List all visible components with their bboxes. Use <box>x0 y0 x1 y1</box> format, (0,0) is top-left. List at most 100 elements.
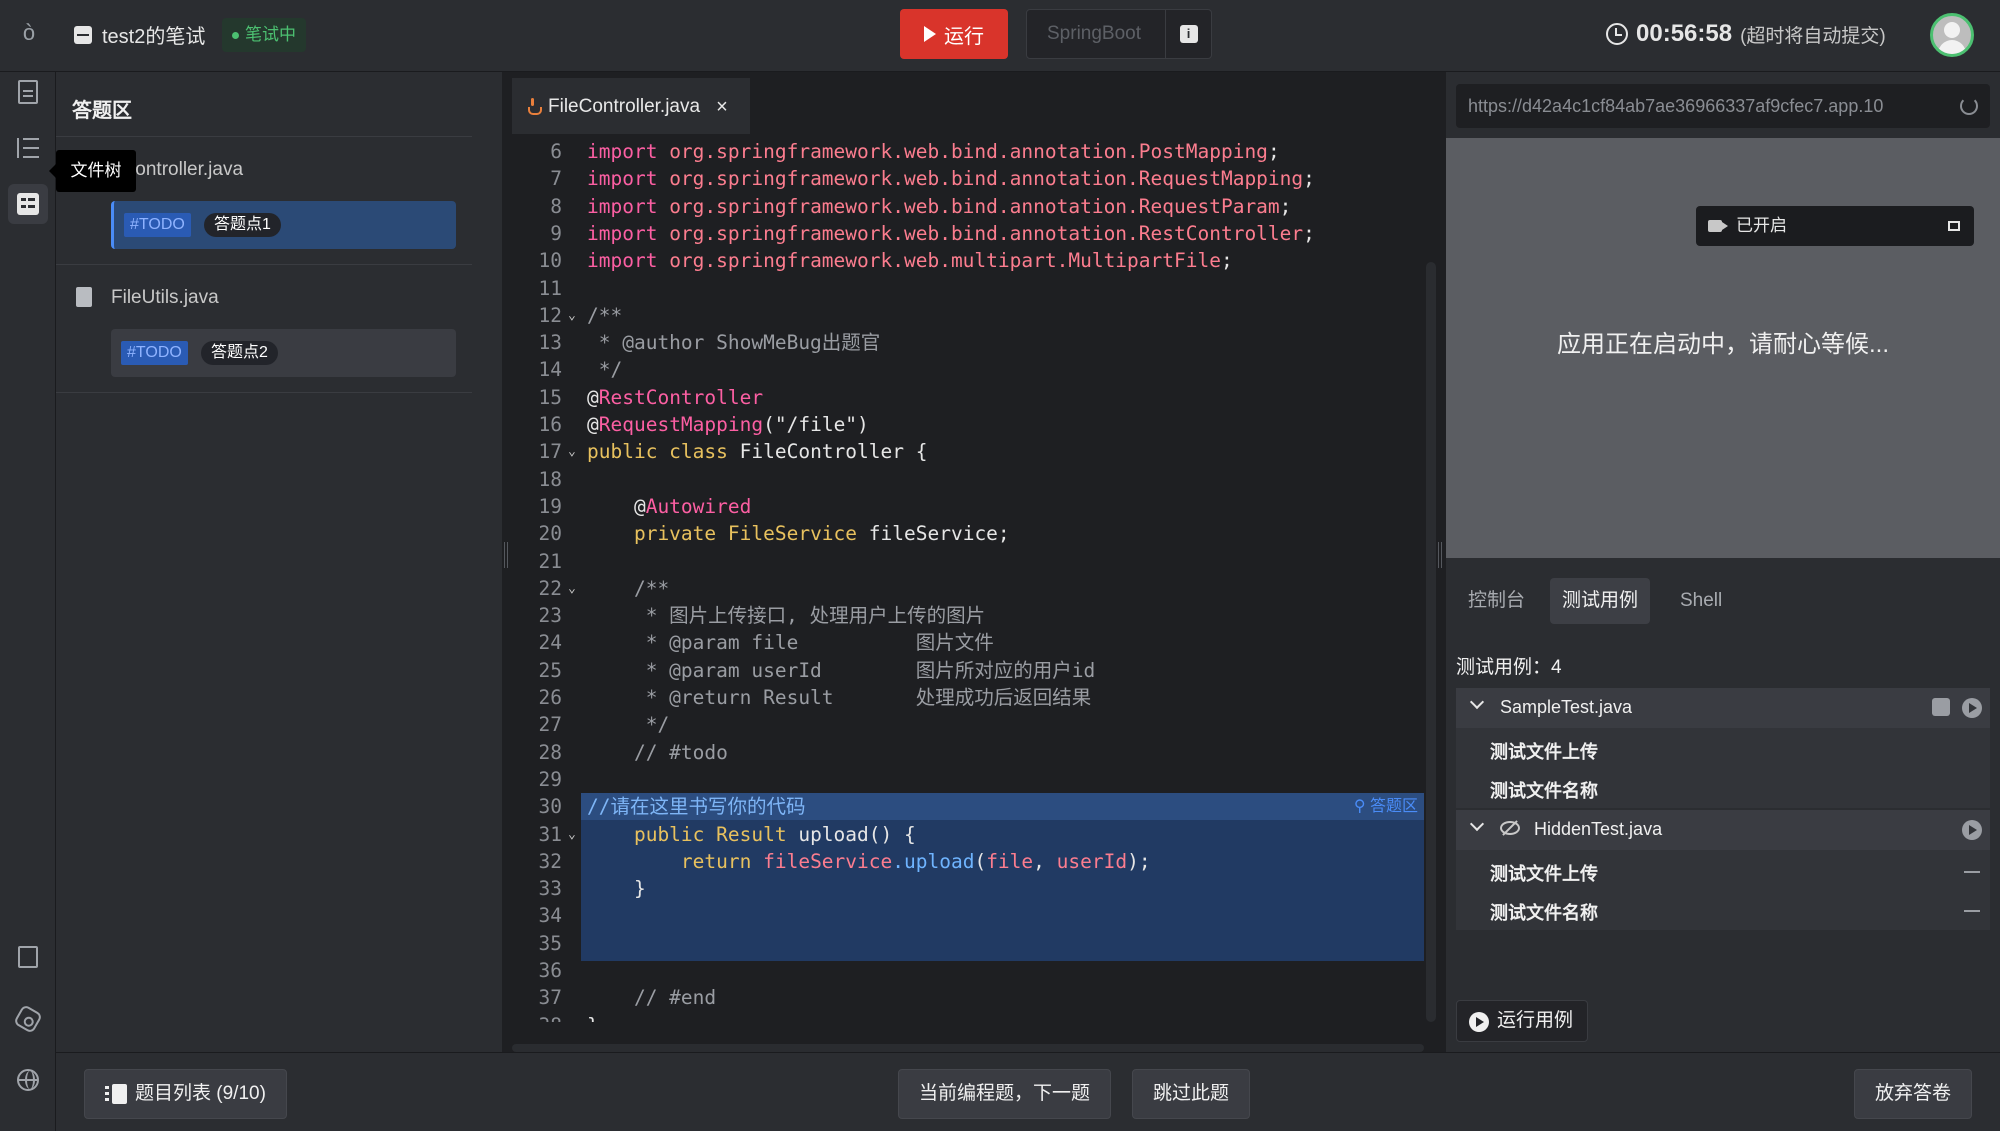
code-line[interactable]: 11 <box>512 275 1424 302</box>
code-line[interactable]: 27 */ <box>512 711 1424 738</box>
play-icon[interactable] <box>1962 698 1982 718</box>
todo-item[interactable]: #TODO 答题点2 <box>111 329 456 377</box>
fold-chevron-icon[interactable]: ⌄ <box>568 821 576 848</box>
code-line[interactable]: 36 <box>512 957 1424 984</box>
run-button-label: 运行 <box>944 25 984 48</box>
test-case[interactable]: 测试文件上传 <box>1490 860 1598 886</box>
code-line[interactable]: 23 * 图片上传接口, 处理用户上传的图片 <box>512 602 1424 629</box>
code-text: @RequestMapping("/file") <box>587 413 869 436</box>
code-line[interactable]: 18 <box>512 466 1424 493</box>
right-splitter[interactable] <box>1436 72 1444 1052</box>
tab-shell[interactable]: Shell <box>1668 578 1734 624</box>
fold-chevron-icon[interactable]: ⌄ <box>568 302 576 329</box>
code-line[interactable]: 6 import org.springframework.web.bind.ann… <box>512 138 1424 165</box>
code-line[interactable]: 38} <box>512 1012 1424 1022</box>
code-line[interactable]: 26 * @return Result 处理成功后返回结果 <box>512 684 1424 711</box>
logo-icon[interactable]: ò <box>14 18 44 48</box>
code-line[interactable]: 30 //请在这里书写你的代码 ⚲ 答题区 <box>512 793 1424 820</box>
code-line[interactable]: 24 * @param file 图片文件 <box>512 629 1424 656</box>
line-number: 30 <box>538 795 562 819</box>
code-text: // #end <box>587 986 717 1010</box>
code-line[interactable]: 13 * @author ShowMeBug出题官 <box>512 329 1424 356</box>
question-list-button[interactable]: 题目列表 (9/10) <box>84 1069 287 1119</box>
task-list-icon[interactable] <box>8 184 48 224</box>
answer-file-name[interactable]: FileUtils.java <box>111 287 219 309</box>
code-text: /** <box>587 576 670 600</box>
tab-label: FileController.java <box>548 96 701 117</box>
code-text: @RestController <box>587 385 764 409</box>
code-line[interactable]: 9 import org.springframework.web.bind.ann… <box>512 220 1424 247</box>
code-line[interactable]: 20 private FileService fileService; <box>512 520 1424 547</box>
code-line[interactable]: 28 // #todo <box>512 739 1424 766</box>
refresh-icon[interactable] <box>1960 97 1978 115</box>
answer-area-marker[interactable]: ⚲ 答题区 <box>1354 793 1418 820</box>
fold-chevron-icon[interactable]: ⌄ <box>568 438 576 465</box>
code-line[interactable]: 21 <box>512 548 1424 575</box>
test-case[interactable]: 测试文件名称 <box>1490 899 1598 925</box>
environment-label: SpringBoot <box>1047 23 1142 44</box>
code-line[interactable]: 34 <box>512 902 1424 929</box>
preview-loading-message: 应用正在启动中，请耐心等候... <box>1556 331 1889 358</box>
code-line[interactable]: 15 @RestController <box>512 384 1424 411</box>
code-line[interactable]: 31 ⌄ public Result upload() { <box>512 821 1424 848</box>
fold-chevron-icon[interactable]: ⌄ <box>568 575 576 602</box>
line-number: 29 <box>538 767 562 791</box>
code-line[interactable]: 16 @RequestMapping("/file") <box>512 411 1424 438</box>
edit-notes-icon[interactable] <box>8 937 48 977</box>
preview-url-bar[interactable]: https://d42a4c1cf84ab7ae36966337af9cfec7… <box>1456 84 1990 128</box>
info-button[interactable]: i <box>1165 10 1211 58</box>
code-text: * @param userId 图片所对应的用户id <box>587 658 1096 682</box>
code-line[interactable]: 22 ⌄ /** <box>512 575 1424 602</box>
todo-label: 答题点1 <box>204 213 281 237</box>
test-suite-header[interactable]: HiddenTest.java <box>1456 810 1990 850</box>
code-text: */ <box>587 358 623 382</box>
tab-console[interactable]: 控制台 <box>1456 578 1537 624</box>
code-text: } <box>587 877 646 901</box>
chevron-down-icon[interactable] <box>1469 816 1485 832</box>
code-line[interactable]: 32 return fileService.upload(file, userI… <box>512 848 1424 875</box>
document-icon[interactable] <box>8 72 48 112</box>
horizontal-scrollbar[interactable] <box>512 1044 1424 1052</box>
globe-icon[interactable] <box>8 1060 48 1100</box>
code-text: /** <box>587 303 623 327</box>
run-button[interactable]: 运行 <box>900 9 1008 59</box>
code-area[interactable]: 6 import org.springframework.web.bind.ann… <box>512 138 1424 1022</box>
footer-bar: 题目列表 (9/10) 当前编程题，下一题 跳过此题 放弃答卷 <box>56 1052 2000 1131</box>
skip-question-button[interactable]: 跳过此题 <box>1132 1069 1251 1119</box>
file-tree-icon[interactable] <box>8 128 48 168</box>
code-line[interactable]: 14 */ <box>512 356 1424 383</box>
play-icon[interactable] <box>1962 820 1982 840</box>
code-line[interactable]: 10 import org.springframework.web.multipa… <box>512 247 1424 274</box>
code-line[interactable]: 37 // #end <box>512 984 1424 1011</box>
abandon-exam-button[interactable]: 放弃答卷 <box>1854 1069 1973 1119</box>
code-text: import org.springframework.web.bind.anno… <box>587 194 1292 218</box>
left-splitter[interactable] <box>502 72 510 1052</box>
test-case[interactable]: 测试文件名称 <box>1490 777 1598 803</box>
code-line[interactable]: 7 import org.springframework.web.bind.ann… <box>512 165 1424 192</box>
code-line[interactable]: 12 ⌄ /** <box>512 302 1424 329</box>
minimize-icon[interactable] <box>1948 221 1960 231</box>
code-line[interactable]: 19 @Autowired <box>512 493 1424 520</box>
code-line[interactable]: 17 ⌄ public class FileController { <box>512 438 1424 465</box>
todo-item[interactable]: #TODO 答题点1 <box>111 201 456 249</box>
tab-file-controller[interactable]: FileController.java × <box>512 78 750 134</box>
code-line[interactable]: 35 <box>512 930 1424 957</box>
code-line[interactable]: 33 } <box>512 875 1424 902</box>
test-case[interactable]: 测试文件上传 <box>1490 738 1598 764</box>
code-line[interactable]: 29 <box>512 766 1424 793</box>
tab-test-cases[interactable]: 测试用例 <box>1550 578 1651 624</box>
test-suite-header[interactable]: SampleTest.java <box>1456 688 1990 728</box>
settings-hex-icon[interactable] <box>8 999 48 1039</box>
code-line[interactable]: 25 * @param userId 图片所对应的用户id <box>512 657 1424 684</box>
top-bar: ò test2的笔试 笔试中 运行 SpringBoot i 00:56:58 … <box>0 0 2000 72</box>
chevron-down-icon[interactable] <box>1469 694 1485 710</box>
run-test-cases-button[interactable]: 运行用例 <box>1456 1000 1589 1042</box>
code-line[interactable]: 8 import org.springframework.web.bind.ann… <box>512 193 1424 220</box>
code-view-icon[interactable] <box>1932 698 1950 716</box>
next-question-button[interactable]: 当前编程题，下一题 <box>898 1069 1112 1119</box>
vertical-scrollbar[interactable] <box>1426 262 1436 1022</box>
environment-selector[interactable]: SpringBoot i <box>1026 9 1212 59</box>
avatar[interactable] <box>1930 13 1974 57</box>
close-icon[interactable]: × <box>716 96 728 119</box>
code-text: * @author ShowMeBug出题官 <box>587 331 881 355</box>
